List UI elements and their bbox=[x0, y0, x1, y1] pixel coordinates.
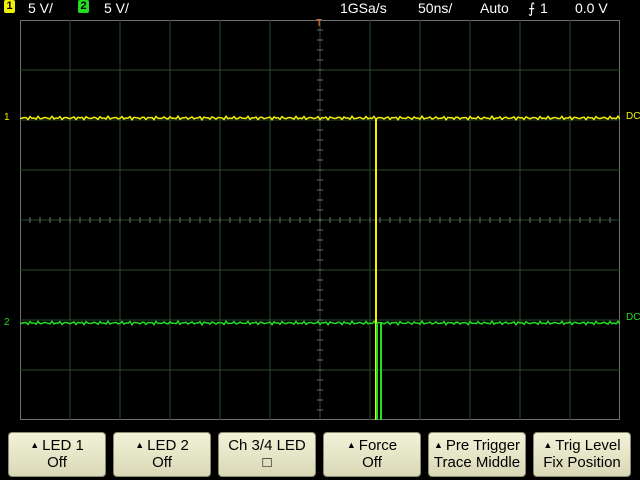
softkey-led2[interactable]: ▲ LED 2 Off bbox=[113, 432, 211, 477]
sample-rate: 1GSa/s bbox=[340, 0, 387, 16]
trigger-source[interactable]: 1 bbox=[540, 0, 548, 17]
softkey-value: Off bbox=[362, 454, 382, 471]
softkey-bar: ▲ LED 1 Off ▲ LED 2 Off Ch 3/4 LED □ ▲ Forc… bbox=[0, 424, 640, 480]
ch1-badge[interactable]: 1 bbox=[4, 0, 15, 13]
waveform-display[interactable] bbox=[19, 19, 621, 421]
softkey-label: Force bbox=[358, 437, 398, 454]
softkey-value: Fix Position bbox=[543, 454, 621, 471]
ch1-coupling: DC bbox=[626, 111, 640, 122]
trigger-mode[interactable]: Auto bbox=[480, 0, 509, 17]
softkey-label: Ch 3/4 LED bbox=[228, 437, 306, 454]
softkey-ch34-led[interactable]: Ch 3/4 LED □ bbox=[218, 432, 316, 477]
softkey-value: Off bbox=[152, 454, 172, 471]
softkey-pre-trigger[interactable]: ▲ Pre Trigger Trace Middle bbox=[428, 432, 526, 477]
up-arrow-icon: ▲ bbox=[346, 440, 356, 450]
ch2-badge[interactable]: 2 bbox=[78, 0, 89, 13]
ch1-ground-marker[interactable]: 1 bbox=[4, 113, 10, 123]
trigger-level[interactable]: 0.0 V bbox=[575, 0, 608, 17]
ch1-scale[interactable]: 5 V/ bbox=[28, 0, 53, 17]
up-arrow-icon: ▲ bbox=[543, 440, 553, 450]
checkbox-icon: □ bbox=[262, 454, 272, 471]
softkey-force[interactable]: ▲ Force Off bbox=[323, 432, 421, 477]
ch2-coupling: DC bbox=[626, 312, 640, 323]
trigger-edge-icon: ⨍ bbox=[528, 0, 536, 16]
up-arrow-icon: ▲ bbox=[135, 440, 145, 450]
ch2-scale[interactable]: 5 V/ bbox=[104, 0, 129, 17]
ch2-ground-marker[interactable]: 2 bbox=[4, 318, 10, 328]
softkey-value: Trace Middle bbox=[433, 454, 521, 471]
timebase[interactable]: 50ns/ bbox=[418, 0, 452, 17]
softkey-label: LED 1 bbox=[42, 437, 84, 454]
trigger-position-marker[interactable]: T bbox=[316, 19, 322, 29]
softkey-label: LED 2 bbox=[147, 437, 189, 454]
status-bar: 1 5 V/ 2 5 V/ 1GSa/s 50ns/ Auto ⨍ 1 0.0 … bbox=[0, 0, 640, 17]
up-arrow-icon: ▲ bbox=[433, 440, 443, 450]
softkey-trig-level[interactable]: ▲ Trig Level Fix Position bbox=[533, 432, 631, 477]
softkey-led1[interactable]: ▲ LED 1 Off bbox=[8, 432, 106, 477]
up-arrow-icon: ▲ bbox=[30, 440, 40, 450]
softkey-value: Off bbox=[47, 454, 67, 471]
softkey-label: Pre Trigger bbox=[445, 437, 521, 454]
softkey-label: Trig Level bbox=[555, 437, 621, 454]
graticule bbox=[19, 19, 621, 421]
